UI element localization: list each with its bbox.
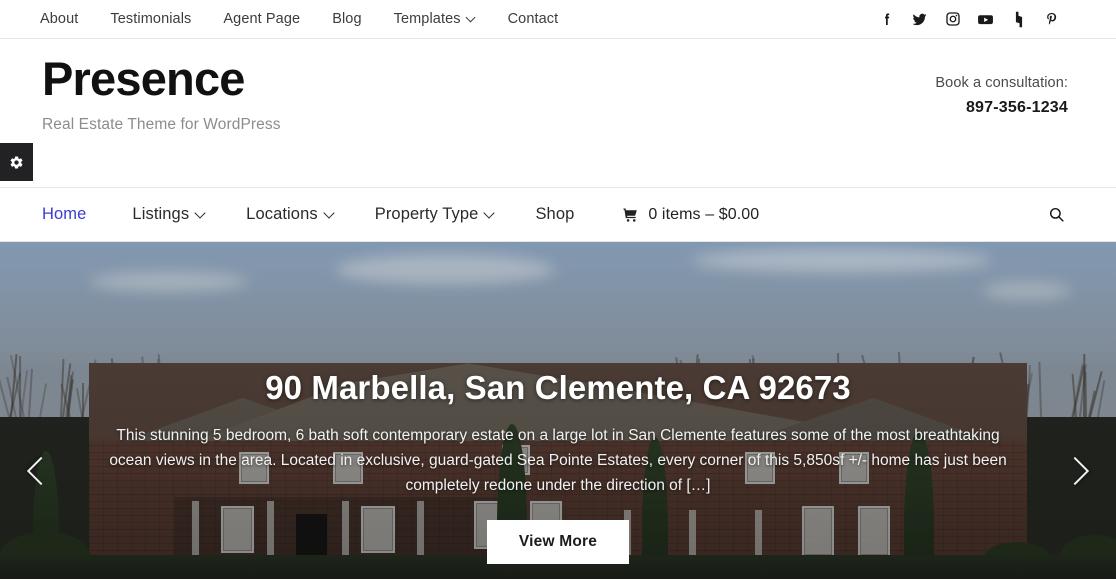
site-masthead: Presence Real Estate Theme for WordPress… xyxy=(0,39,1116,187)
site-tagline: Real Estate Theme for WordPress xyxy=(42,116,281,134)
chevron-down-icon xyxy=(485,208,495,218)
cart-summary[interactable]: 0 items – $0.00 xyxy=(622,206,759,224)
nav-item-property-type[interactable]: Property Type xyxy=(355,188,516,241)
nav-item-locations[interactable]: Locations xyxy=(226,188,355,241)
topnav-item-templates[interactable]: Templates xyxy=(378,0,492,38)
slider-prev-button[interactable] xyxy=(18,448,64,494)
youtube-icon[interactable] xyxy=(969,0,1002,38)
facebook-icon[interactable] xyxy=(870,0,903,38)
hero-title: 90 Marbella, San Clemente, CA 92673 xyxy=(80,369,1036,407)
topnav-label: About xyxy=(40,0,78,38)
hero-slide-content: 90 Marbella, San Clemente, CA 92673 This… xyxy=(0,369,1116,564)
secondary-navigation: About Testimonials Agent Page Blog Templ… xyxy=(40,0,574,38)
consultation-label: Book a consultation: xyxy=(935,75,1068,91)
chevron-down-icon xyxy=(325,208,335,218)
search-icon xyxy=(1048,206,1065,223)
slider-next-button[interactable] xyxy=(1052,448,1098,494)
gear-icon xyxy=(9,155,24,170)
theme-settings-tab[interactable] xyxy=(0,143,33,181)
site-title: Presence xyxy=(42,53,281,106)
topnav-label: Testimonials xyxy=(110,0,191,38)
nav-label: Listings xyxy=(132,188,189,241)
consultation-block: Book a consultation: 897-356-1234 xyxy=(935,75,1068,117)
pinterest-icon[interactable] xyxy=(1035,0,1068,38)
topnav-item-about[interactable]: About xyxy=(40,0,94,38)
nav-item-home[interactable]: Home xyxy=(42,188,112,241)
topnav-item-agent-page[interactable]: Agent Page xyxy=(207,0,316,38)
chevron-left-icon xyxy=(27,457,55,485)
instagram-icon[interactable] xyxy=(936,0,969,38)
topnav-label: Agent Page xyxy=(223,0,300,38)
primary-navigation-bar: Home Listings Locations Property Type Sh… xyxy=(0,187,1116,242)
search-toggle-button[interactable] xyxy=(1042,188,1070,241)
hero-description: This stunning 5 bedroom, 6 bath soft con… xyxy=(106,423,1011,498)
topnav-item-contact[interactable]: Contact xyxy=(492,0,575,38)
topnav-item-blog[interactable]: Blog xyxy=(316,0,377,38)
page-root: About Testimonials Agent Page Blog Templ… xyxy=(0,0,1116,580)
topnav-item-testimonials[interactable]: Testimonials xyxy=(94,0,207,38)
nav-label: Locations xyxy=(246,188,318,241)
houzz-icon[interactable] xyxy=(1002,0,1035,38)
primary-navigation: Home Listings Locations Property Type Sh… xyxy=(42,188,759,241)
topnav-label: Contact xyxy=(508,0,559,38)
cart-text: 0 items – $0.00 xyxy=(648,206,759,224)
nav-label: Shop xyxy=(535,188,574,241)
chevron-right-icon xyxy=(1061,457,1089,485)
chevron-down-icon xyxy=(196,208,206,218)
site-branding[interactable]: Presence Real Estate Theme for WordPress xyxy=(42,53,281,134)
chevron-down-icon xyxy=(467,13,476,22)
nav-label: Home xyxy=(42,188,86,241)
topnav-label: Blog xyxy=(332,0,361,38)
hero-slider: 90 Marbella, San Clemente, CA 92673 This… xyxy=(0,242,1116,579)
view-more-button[interactable]: View More xyxy=(487,520,629,564)
phone-number[interactable]: 897-356-1234 xyxy=(935,99,1068,117)
twitter-icon[interactable] xyxy=(903,0,936,38)
shopping-cart-icon xyxy=(622,207,639,223)
top-utility-bar: About Testimonials Agent Page Blog Templ… xyxy=(0,0,1116,39)
social-links xyxy=(870,0,1068,38)
nav-label: Property Type xyxy=(375,188,479,241)
topnav-label: Templates xyxy=(394,0,461,38)
nav-item-listings[interactable]: Listings xyxy=(112,188,226,241)
nav-item-shop[interactable]: Shop xyxy=(515,188,594,241)
